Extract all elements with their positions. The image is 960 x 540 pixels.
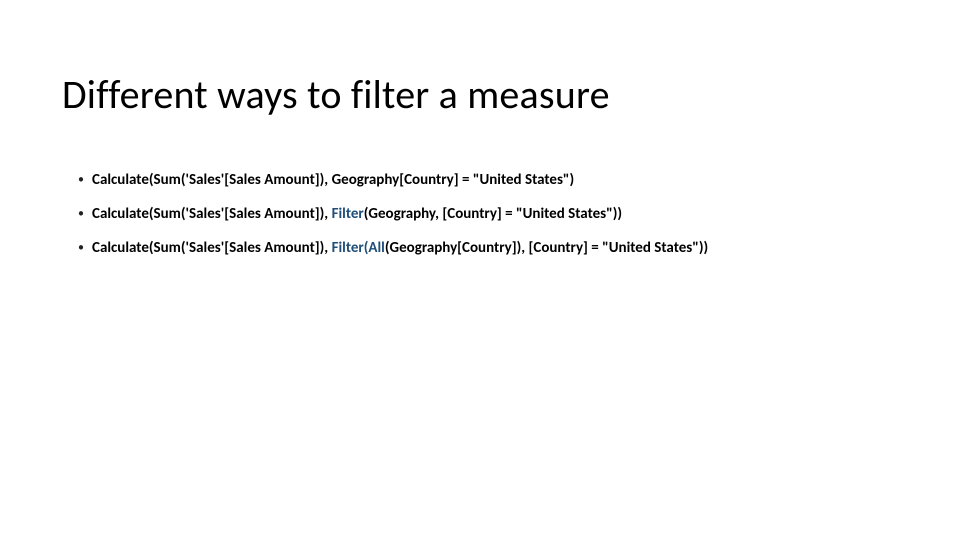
bullet-item: • Calculate(Sum('Sales'[Sales Amount]), … (78, 238, 900, 258)
bullet-suffix: ) (570, 171, 575, 189)
bullet-prefix: Calculate(Sum('Sales'[Sales Amount]), (92, 205, 332, 223)
bullet-suffix: ) (617, 205, 622, 223)
bullet-dot-icon: • (78, 204, 92, 224)
bullet-highlight: Filter(All (332, 239, 385, 257)
bullet-prefix: Calculate(Sum('Sales'[Sales Amount]), (92, 239, 332, 257)
bullet-dot-icon: • (78, 170, 92, 190)
bullet-highlight: Filter (332, 205, 364, 223)
bullet-dot-icon: • (78, 238, 92, 258)
bullet-text: Calculate(Sum('Sales'[Sales Amount]), Fi… (92, 238, 900, 258)
bullet-suffix: ) (704, 239, 709, 257)
bullet-item: • Calculate(Sum('Sales'[Sales Amount]), … (78, 170, 900, 190)
bullet-mid: (Geography, [Country] = "United States") (364, 205, 618, 223)
bullet-item: • Calculate(Sum('Sales'[Sales Amount]), … (78, 204, 900, 224)
bullet-list: • Calculate(Sum('Sales'[Sales Amount]), … (78, 170, 900, 272)
slide-title: Different ways to filter a measure (62, 70, 610, 119)
bullet-prefix: Calculate(Sum('Sales'[Sales Amount]), (92, 171, 332, 189)
slide: Different ways to filter a measure • Cal… (0, 0, 960, 540)
bullet-mid: Geography[Country] = "United States" (332, 171, 570, 189)
bullet-text: Calculate(Sum('Sales'[Sales Amount]), Fi… (92, 204, 900, 224)
bullet-mid: (Geography[Country]), [Country] = "Unite… (385, 239, 704, 257)
bullet-text: Calculate(Sum('Sales'[Sales Amount]), Ge… (92, 170, 900, 190)
